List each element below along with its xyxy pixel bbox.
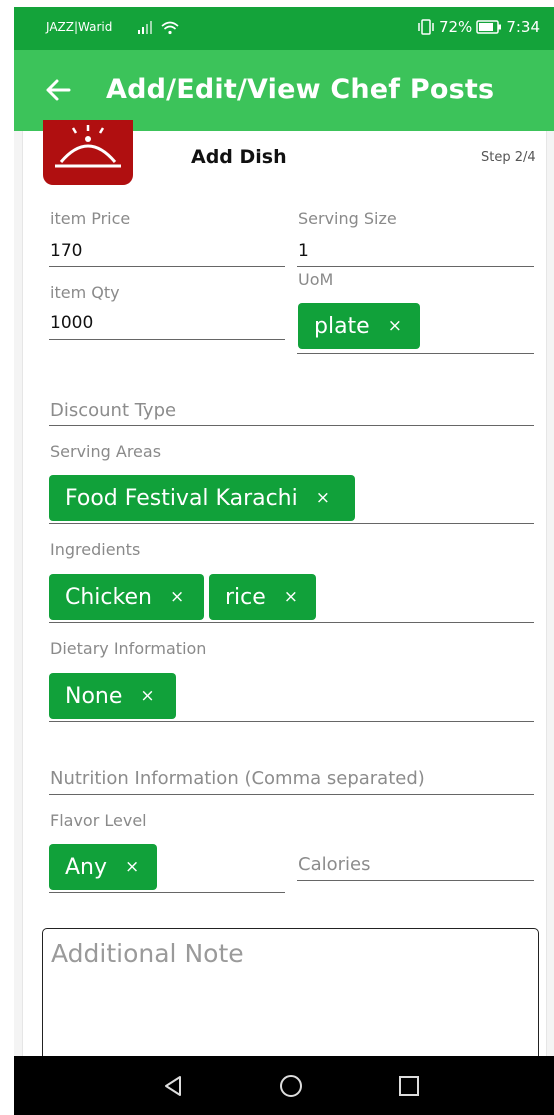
dietary-label: Dietary Information	[50, 639, 207, 658]
serving-areas-label: Serving Areas	[50, 442, 162, 461]
chip-label: None	[65, 683, 123, 709]
battery-icon	[476, 20, 502, 34]
uom-underline	[297, 353, 534, 354]
section-title: Add Dish	[191, 146, 287, 168]
dietary-chip[interactable]: None ×	[49, 673, 176, 719]
item-qty-input[interactable]: 1000	[50, 313, 93, 333]
flavor-underline	[49, 892, 285, 893]
calories-field[interactable]: Calories	[298, 854, 370, 875]
chip-label: Chicken	[65, 584, 152, 610]
chip-label: Any	[65, 854, 108, 880]
chip-remove-icon[interactable]: ×	[316, 488, 330, 508]
nav-back-icon[interactable]	[161, 1074, 185, 1098]
item-price-label: item Price	[50, 209, 131, 228]
page-title: Add/Edit/View Chef Posts	[106, 74, 495, 105]
additional-note-placeholder: Additional Note	[51, 939, 244, 968]
back-arrow-icon[interactable]	[44, 76, 72, 104]
chip-label: Food Festival Karachi	[65, 485, 298, 511]
nutrition-field[interactable]: Nutrition Information (Comma separated)	[50, 768, 425, 789]
app-logo	[43, 120, 133, 185]
item-price-input[interactable]: 170	[50, 241, 82, 261]
content-left-edge	[14, 131, 23, 1056]
ingredients-underline	[49, 622, 534, 623]
uom-chip[interactable]: plate ×	[298, 303, 420, 349]
signal-wifi-icon	[138, 21, 179, 35]
chip-remove-icon[interactable]: ×	[170, 587, 184, 607]
calories-underline	[297, 880, 534, 881]
app-bar: Add/Edit/View Chef Posts	[14, 50, 554, 131]
nav-home-icon[interactable]	[279, 1074, 303, 1098]
clock: 7:34	[506, 18, 540, 36]
serving-area-chip[interactable]: Food Festival Karachi ×	[49, 475, 355, 521]
content-right-edge	[546, 131, 554, 1056]
ingredient-chip[interactable]: rice ×	[209, 574, 316, 620]
dietary-underline	[49, 721, 534, 722]
chip-remove-icon[interactable]: ×	[140, 686, 154, 706]
item-qty-underline	[49, 339, 285, 340]
flavor-level-label: Flavor Level	[50, 811, 147, 830]
chip-label: plate	[314, 313, 370, 339]
additional-note-textarea[interactable]: Additional Note	[42, 928, 539, 1068]
cloche-icon	[55, 125, 121, 168]
nav-recents-icon[interactable]	[397, 1074, 421, 1098]
carrier-name: JAZZ|Warid	[46, 20, 113, 34]
serving-areas-underline	[49, 523, 534, 524]
status-right: 72% 7:34	[417, 18, 540, 36]
serving-size-label: Serving Size	[298, 209, 397, 228]
discount-type-underline	[49, 425, 534, 426]
chip-remove-icon[interactable]: ×	[125, 857, 139, 877]
chip-label: rice	[225, 584, 266, 610]
vibrate-icon	[418, 19, 434, 35]
item-price-underline	[49, 266, 285, 267]
status-bar: JAZZ|Warid 72% 7:34	[14, 7, 554, 50]
serving-size-underline	[297, 266, 534, 267]
chip-remove-icon[interactable]: ×	[284, 587, 298, 607]
flavor-chip[interactable]: Any ×	[49, 844, 157, 890]
step-indicator: Step 2/4	[481, 150, 536, 165]
serving-size-input[interactable]: 1	[298, 241, 309, 261]
chip-remove-icon[interactable]: ×	[388, 316, 402, 336]
ingredients-label: Ingredients	[50, 540, 141, 559]
item-qty-label: item Qty	[50, 283, 120, 302]
battery-percent: 72%	[438, 18, 473, 36]
discount-type-field[interactable]: Discount Type	[50, 400, 176, 421]
uom-label: UoM	[298, 270, 334, 289]
nutrition-underline	[49, 794, 534, 795]
ingredient-chip[interactable]: Chicken ×	[49, 574, 204, 620]
system-nav-bar	[14, 1056, 554, 1115]
